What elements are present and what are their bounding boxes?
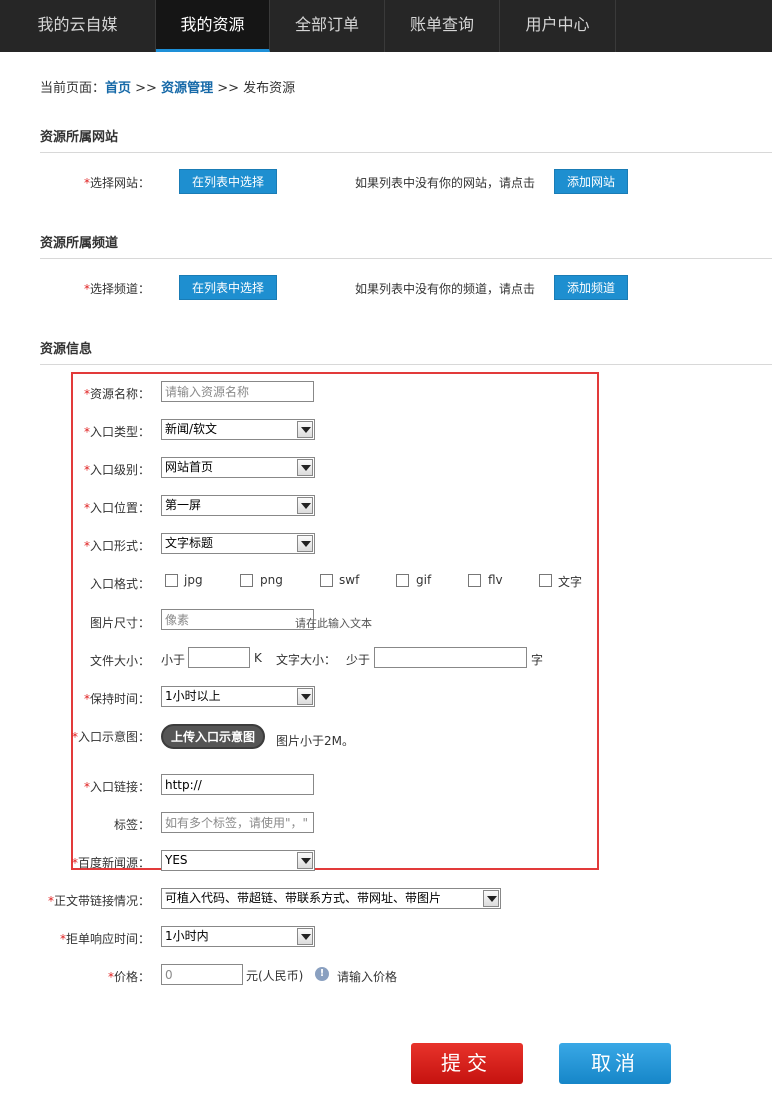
entry-type-select[interactable]: 新闻/软文 bbox=[161, 419, 315, 440]
channel-section-title: 资源所属频道 bbox=[40, 236, 119, 251]
format-jpg-label: jpg bbox=[184, 573, 203, 587]
nav-item-bills[interactable]: 账单查询 bbox=[385, 0, 500, 52]
file-size-label: 文件大小： bbox=[89, 654, 150, 668]
add-channel-button[interactable]: 添加频道 bbox=[554, 275, 628, 300]
chevron-down-icon[interactable] bbox=[297, 852, 313, 869]
file-size-input[interactable] bbox=[188, 647, 250, 668]
price-unit: 元(人民币) bbox=[246, 969, 304, 983]
breadcrumb-prefix: 当前页面： bbox=[40, 81, 106, 96]
breadcrumb-separator: >> bbox=[213, 81, 244, 96]
site-hint: 如果列表中没有你的网站，请点击 bbox=[355, 176, 536, 190]
format-gif-checkbox[interactable] bbox=[396, 574, 409, 587]
image-size-label: 图片尺寸： bbox=[89, 616, 150, 630]
cancel-button[interactable]: 取消 bbox=[559, 1043, 671, 1084]
text-size-input[interactable] bbox=[374, 647, 527, 668]
body-links-label: *正文带链接情况： bbox=[47, 894, 150, 908]
keep-time-select[interactable]: 1小时以上 bbox=[161, 686, 315, 707]
channel-hint: 如果列表中没有你的频道，请点击 bbox=[355, 282, 536, 296]
chevron-down-icon[interactable] bbox=[297, 928, 313, 945]
entry-image-note: 图片小于2M。 bbox=[276, 734, 354, 748]
entry-position-select[interactable]: 第一屏 bbox=[161, 495, 315, 516]
baidu-news-label: *百度新闻源： bbox=[71, 856, 150, 870]
chevron-down-icon[interactable] bbox=[297, 535, 313, 552]
format-flv-label: flv bbox=[488, 573, 503, 587]
price-label: *价格： bbox=[107, 970, 150, 984]
select-site-button[interactable]: 在列表中选择 bbox=[179, 169, 277, 194]
reject-time-select[interactable]: 1小时内 bbox=[161, 926, 315, 947]
entry-link-input[interactable] bbox=[161, 774, 314, 795]
nav-item-user-center[interactable]: 用户中心 bbox=[500, 0, 616, 52]
submit-button[interactable]: 提交 bbox=[411, 1043, 523, 1084]
format-flv-checkbox[interactable] bbox=[468, 574, 481, 587]
format-jpg-checkbox[interactable] bbox=[165, 574, 178, 587]
breadcrumb-separator: >> bbox=[131, 81, 162, 96]
entry-position-label: *入口位置： bbox=[83, 501, 150, 515]
entry-type-label: *入口类型： bbox=[83, 425, 150, 439]
add-site-button[interactable]: 添加网站 bbox=[554, 169, 628, 194]
format-png-label: png bbox=[260, 573, 283, 587]
baidu-news-select[interactable]: YES bbox=[161, 850, 315, 871]
breadcrumb-current: 发布资源 bbox=[243, 81, 296, 96]
info-section-title: 资源信息 bbox=[40, 342, 93, 357]
format-png-checkbox[interactable] bbox=[240, 574, 253, 587]
select-channel-button[interactable]: 在列表中选择 bbox=[179, 275, 277, 300]
format-text-checkbox[interactable] bbox=[539, 574, 552, 587]
chevron-down-icon[interactable] bbox=[297, 497, 313, 514]
format-swf-checkbox[interactable] bbox=[320, 574, 333, 587]
select-site-label: *选择网站： bbox=[83, 176, 150, 190]
image-size-input[interactable] bbox=[161, 609, 314, 630]
entry-level-select[interactable]: 网站首页 bbox=[161, 457, 315, 478]
text-size-unit: 字 bbox=[531, 653, 544, 667]
price-input[interactable] bbox=[161, 964, 243, 985]
tags-input[interactable] bbox=[161, 812, 314, 833]
info-icon: ! bbox=[315, 967, 329, 981]
entry-form-label: *入口形式： bbox=[83, 539, 150, 553]
file-size-lt: 小于 bbox=[161, 653, 186, 667]
select-channel-label: *选择频道： bbox=[83, 282, 150, 296]
keep-time-label: *保持时间： bbox=[83, 692, 150, 706]
format-swf-label: swf bbox=[339, 573, 360, 587]
top-nav: 我的云自媒 我的资源 全部订单 账单查询 用户中心 bbox=[0, 0, 772, 52]
breadcrumb-resource-mgmt-link[interactable]: 资源管理 bbox=[161, 81, 213, 96]
breadcrumb: 当前页面：首页 >> 资源管理 >> 发布资源 bbox=[40, 77, 295, 96]
body-links-select[interactable]: 可植入代码、带超链、带联系方式、带网址、带图片 bbox=[161, 888, 501, 909]
text-size-lt: 少于 bbox=[346, 653, 371, 667]
price-hint: 请输入价格 bbox=[337, 970, 398, 984]
nav-item-all-orders[interactable]: 全部订单 bbox=[270, 0, 385, 52]
divider bbox=[40, 258, 772, 259]
divider bbox=[40, 152, 772, 153]
entry-format-label: 入口格式： bbox=[89, 577, 150, 591]
resource-name-input[interactable] bbox=[161, 381, 314, 402]
entry-level-label: *入口级别： bbox=[83, 463, 150, 477]
chevron-down-icon[interactable] bbox=[483, 890, 499, 907]
resource-name-label: *资源名称： bbox=[83, 387, 150, 401]
nav-item-my-resources[interactable]: 我的资源 bbox=[156, 0, 270, 52]
nav-item-my-media[interactable]: 我的云自媒 bbox=[0, 0, 156, 52]
format-text-label: 文字 bbox=[558, 575, 583, 589]
tags-label: 标签： bbox=[113, 818, 150, 832]
format-gif-label: gif bbox=[416, 573, 432, 587]
upload-entry-image-button[interactable]: 上传入口示意图 bbox=[161, 724, 265, 749]
chevron-down-icon[interactable] bbox=[297, 459, 313, 476]
reject-time-label: *拒单响应时间： bbox=[59, 932, 150, 946]
entry-form-select[interactable]: 文字标题 bbox=[161, 533, 315, 554]
file-size-unit: K bbox=[254, 651, 262, 665]
entry-link-label: *入口链接： bbox=[83, 780, 150, 794]
entry-image-label: *入口示意图： bbox=[71, 730, 150, 744]
breadcrumb-home-link[interactable]: 首页 bbox=[105, 81, 131, 96]
text-size-label: 文字大小： bbox=[276, 653, 337, 667]
divider bbox=[40, 364, 772, 365]
chevron-down-icon[interactable] bbox=[297, 688, 313, 705]
chevron-down-icon[interactable] bbox=[297, 421, 313, 438]
site-section-title: 资源所属网站 bbox=[40, 130, 119, 145]
image-size-overlay-text: 请在此输入文本 bbox=[295, 617, 372, 630]
